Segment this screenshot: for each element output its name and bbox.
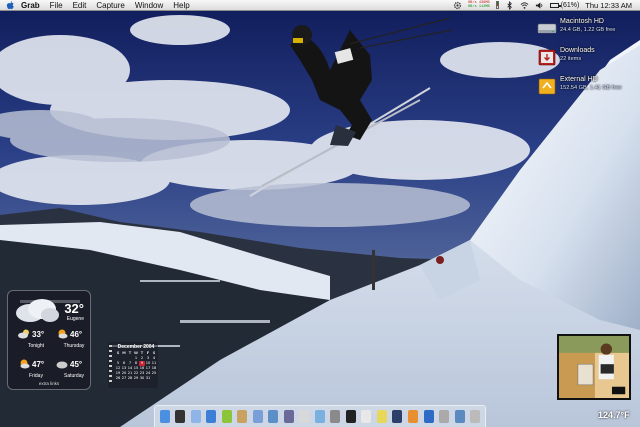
forecast-day: 46° Thursday	[56, 329, 92, 355]
menu-capture[interactable]: Capture	[96, 1, 124, 10]
sun-cloud-icon	[58, 329, 68, 339]
sun-cloud-icon	[20, 359, 30, 369]
netstat-out-label: 0B/s	[468, 5, 477, 9]
dock-illustrator-icon[interactable]	[408, 410, 418, 423]
dock-firefox-icon[interactable]	[423, 410, 434, 423]
dock-network-icon[interactable]	[454, 410, 465, 423]
netstat-out-value: 112MB	[478, 5, 490, 9]
menubar-clock[interactable]: Thu 12:33 AM	[585, 1, 632, 10]
forecast-temp: 46°	[70, 330, 83, 339]
gear-icon[interactable]	[453, 1, 462, 10]
weather-extra-links[interactable]: extra links	[8, 381, 90, 386]
dock-photoshop-icon[interactable]	[392, 410, 403, 423]
dock-preview-icon[interactable]	[314, 410, 325, 423]
temperature-readout: 124.7°F	[598, 410, 630, 420]
netstat-in-label: 0B/s	[468, 0, 477, 5]
dock-calculator-icon[interactable]	[439, 410, 450, 423]
dock-iphoto-icon[interactable]	[268, 410, 279, 423]
wifi-icon[interactable]	[520, 1, 529, 10]
volume-name: Downloads	[560, 47, 595, 54]
external-drive-icon	[538, 78, 556, 95]
dock-itunes-icon[interactable]	[252, 410, 263, 423]
dock-address-book-icon[interactable]	[237, 410, 248, 423]
dock-stickies-icon[interactable]	[376, 410, 387, 423]
memory-meter[interactable]	[495, 1, 499, 9]
menu-edit[interactable]: Edit	[73, 1, 87, 10]
forecast-day-name: Saturday	[63, 373, 84, 379]
dock-system-preferences-icon[interactable]	[330, 410, 341, 423]
downloads-folder-icon	[538, 49, 556, 66]
network-monitor[interactable]: 0B/s 436MB 0B/s 112MB	[468, 1, 490, 10]
menu-file[interactable]: File	[50, 1, 63, 10]
volume-icon[interactable]	[535, 1, 544, 10]
forecast-day: 33° Tonight	[18, 329, 54, 355]
current-temperature: 32°	[64, 301, 84, 316]
cloud-icon	[16, 299, 59, 322]
weather-widget[interactable]: 32° Eugene 33° Tonight 46° Thursday 47° …	[7, 290, 91, 390]
dock	[154, 405, 486, 427]
dock-mail-icon[interactable]	[190, 410, 201, 423]
menu-extras: 0B/s 436MB 0B/s 112MB (61%) Thu 12:33 AM	[453, 0, 640, 10]
menu-bar: Grab File Edit Capture Window Help 0B/s …	[0, 0, 640, 11]
cloud-icon	[56, 361, 68, 369]
volume-detail: 22 items	[560, 56, 582, 62]
cloud-moon-icon	[18, 329, 29, 339]
volume-detail: 152.54 GB, 1.41 GB free	[560, 85, 622, 91]
dock-textedit-icon[interactable]	[361, 410, 372, 423]
battery-icon	[549, 2, 561, 8]
dock-ical-icon[interactable]	[299, 410, 310, 423]
hard-drive-icon	[537, 23, 557, 34]
calendar-binding	[109, 345, 112, 385]
dock-ichat-icon[interactable]	[221, 410, 232, 423]
dock-terminal-icon[interactable]	[345, 410, 356, 423]
forecast-day-name: Tonight	[27, 343, 45, 349]
apple-menu-icon[interactable]	[6, 0, 15, 10]
volume-name: External HD	[560, 76, 598, 83]
forecast-temp: 45°	[70, 360, 83, 369]
calendar-grid: S M T W T F S 1 2 3 4 5 6 7 8 9 10 11 12 13 14 15 16 17 18 19 20 21…	[115, 351, 157, 381]
calendar-widget[interactable]: December 2004 S M T W T F S 1 2 3 4 5 6 7 8 9 10 11 12 13 14…	[108, 342, 158, 388]
forecast-temp: 33°	[32, 330, 45, 339]
forecast-day-name: Friday	[29, 373, 43, 379]
calendar-month-title: December 2004	[117, 344, 155, 350]
desktop-icon-external-hd[interactable]: External HD 152.54 GB, 1.41 GB free	[537, 76, 622, 96]
dock-finder-icon[interactable]	[159, 410, 170, 423]
menu-window[interactable]: Window	[135, 1, 163, 10]
battery-status[interactable]: (61%)	[549, 1, 580, 9]
desktop-icon-downloads[interactable]: Downloads 22 items	[537, 47, 595, 67]
menu-app-grab[interactable]: Grab	[21, 1, 40, 10]
forecast-day-name: Thursday	[63, 343, 85, 349]
desktop-icon-macintosh-hd[interactable]: Macintosh HD 24.4 GB, 1.22 GB free	[537, 18, 615, 38]
dock-dashboard-icon[interactable]	[175, 410, 186, 423]
calendar-day	[151, 376, 157, 381]
menu-help[interactable]: Help	[173, 1, 189, 10]
volume-detail: 24.4 GB, 1.22 GB free	[560, 27, 616, 33]
dock-safari-icon[interactable]	[206, 410, 217, 423]
bluetooth-icon[interactable]	[505, 0, 514, 10]
netstat-in-value: 436MB	[478, 0, 490, 5]
volume-name: Macintosh HD	[560, 18, 604, 25]
album-art[interactable]	[557, 334, 631, 400]
dock-trash-icon[interactable]	[470, 410, 481, 423]
weather-city: Eugene	[66, 316, 84, 322]
forecast-temp: 47°	[32, 360, 45, 369]
battery-percent: (61%)	[560, 1, 580, 9]
dock-imovie-icon[interactable]	[283, 410, 294, 423]
